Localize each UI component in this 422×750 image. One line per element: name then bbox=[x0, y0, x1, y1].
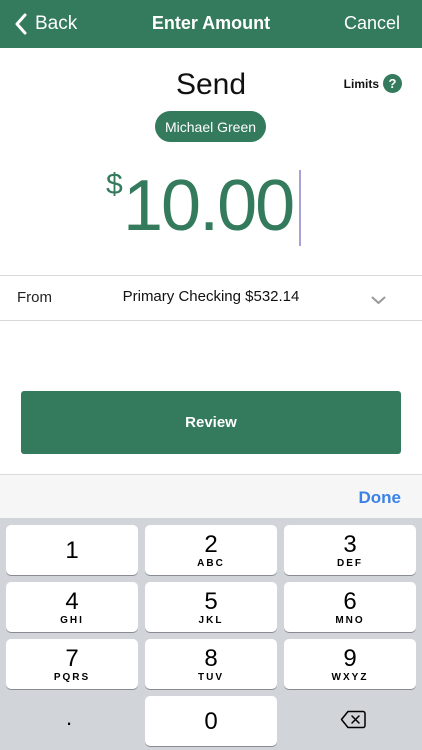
nav-header: Back Enter Amount Cancel bbox=[0, 0, 422, 48]
key-7[interactable]: 7 PQRS bbox=[6, 639, 138, 689]
done-button[interactable]: Done bbox=[359, 488, 402, 508]
keyboard-toolbar: Done bbox=[0, 474, 422, 519]
key-1[interactable]: 1 bbox=[6, 525, 138, 575]
key-digit: 4 bbox=[65, 588, 79, 615]
key-5[interactable]: 5 JKL bbox=[145, 582, 277, 632]
currency-symbol: $ bbox=[106, 168, 123, 201]
key-letters: ABC bbox=[197, 558, 225, 569]
key-letters: JKL bbox=[198, 615, 224, 626]
amount-value: 10.00 bbox=[123, 166, 295, 246]
key-digit: 1 bbox=[65, 537, 79, 564]
help-icon[interactable]: ? bbox=[383, 74, 402, 93]
key-letters: DEF bbox=[337, 558, 363, 569]
key-4[interactable]: 4 GHI bbox=[6, 582, 138, 632]
key-digit: 7 bbox=[65, 645, 79, 672]
review-button[interactable]: Review bbox=[21, 391, 401, 454]
key-digit: 5 bbox=[204, 588, 218, 615]
key-letters: WXYZ bbox=[331, 672, 369, 683]
key-2[interactable]: 2 ABC bbox=[145, 525, 277, 575]
chevron-down-icon bbox=[371, 292, 386, 310]
back-button[interactable]: Back bbox=[14, 11, 77, 37]
key-decimal[interactable]: . bbox=[66, 707, 72, 729]
text-cursor bbox=[299, 170, 301, 246]
key-letters: GHI bbox=[60, 615, 84, 626]
from-account-selector[interactable]: From Primary Checking $532.14 bbox=[0, 275, 422, 321]
from-account-value: Primary Checking $532.14 bbox=[122, 288, 300, 305]
key-letters: MNO bbox=[335, 615, 365, 626]
cancel-button[interactable]: Cancel bbox=[344, 13, 400, 34]
limits-button[interactable]: Limits ? bbox=[344, 74, 402, 93]
limits-label: Limits bbox=[343, 76, 379, 91]
chevron-left-icon bbox=[14, 13, 27, 35]
key-0[interactable]: 0 bbox=[145, 696, 277, 746]
key-9[interactable]: 9 WXYZ bbox=[284, 639, 416, 689]
backspace-icon[interactable] bbox=[340, 710, 366, 734]
key-letters: TUV bbox=[198, 672, 224, 683]
key-8[interactable]: 8 TUV bbox=[145, 639, 277, 689]
key-digit: 2 bbox=[204, 531, 218, 558]
amount-display[interactable]: $ 10.00 bbox=[0, 162, 422, 248]
back-label: Back bbox=[35, 13, 78, 34]
key-digit: 3 bbox=[343, 531, 357, 558]
key-letters: PQRS bbox=[53, 672, 91, 683]
key-digit: 9 bbox=[343, 645, 357, 672]
key-digit: 8 bbox=[204, 645, 218, 672]
recipient-chip[interactable]: Michael Green bbox=[155, 111, 266, 142]
key-digit: 6 bbox=[343, 588, 357, 615]
key-3[interactable]: 3 DEF bbox=[284, 525, 416, 575]
key-6[interactable]: 6 MNO bbox=[284, 582, 416, 632]
key-digit: 0 bbox=[204, 708, 218, 735]
